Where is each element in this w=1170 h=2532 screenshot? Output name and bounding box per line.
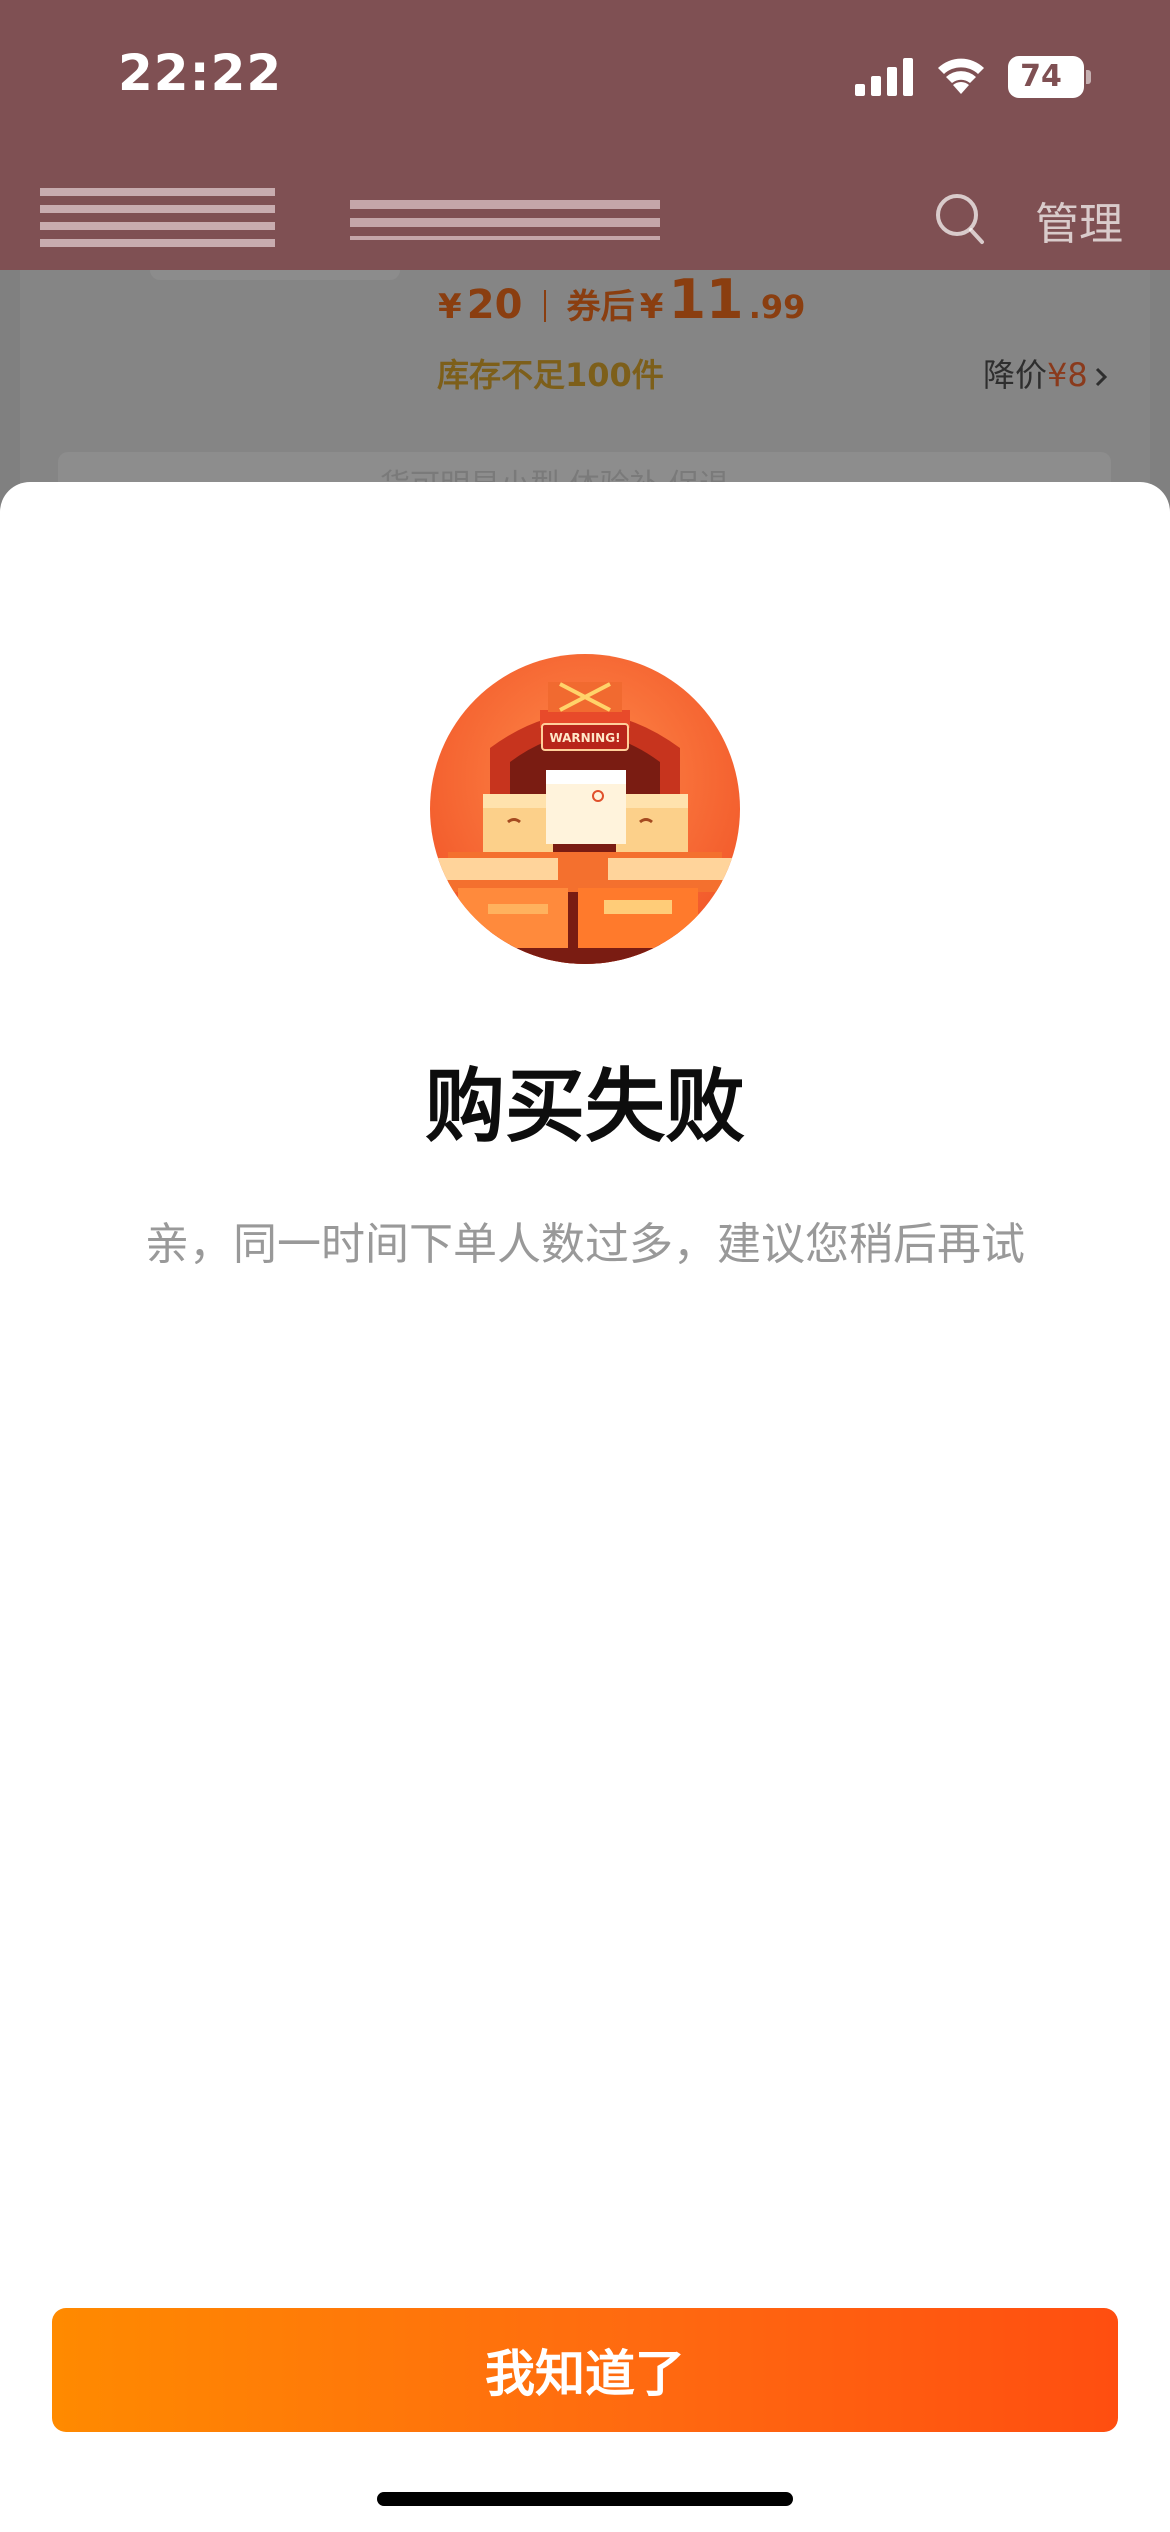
- dialog-title: 购买失败: [425, 1060, 745, 1153]
- purchase-failed-sheet: WARNING! 购买失败 亲，同一时间下单人数过多，建议您稍后再试 我知道了: [0, 482, 1170, 2532]
- redacted-nav-title-left: [40, 188, 275, 248]
- price-line: ¥ 20 券后 ¥ 11 .99: [438, 268, 805, 331]
- price-separator: [543, 290, 546, 322]
- battery-level: 74: [1020, 59, 1062, 94]
- product-thumbnail: [150, 270, 400, 280]
- price-drop-label: 降价: [983, 356, 1048, 394]
- coupon-label: 券后: [566, 287, 635, 327]
- battery-icon: 74: [1008, 56, 1091, 98]
- signal-bars-icon: [855, 58, 913, 96]
- battery-cap: [1086, 70, 1091, 84]
- price-drop-value: ¥8: [1047, 356, 1088, 394]
- original-price: 20: [466, 282, 523, 328]
- coupon-price-main: 11: [668, 268, 744, 331]
- got-it-button[interactable]: 我知道了: [52, 2308, 1118, 2432]
- coupon-currency-symbol: ¥: [639, 287, 664, 327]
- dialog-message: 亲，同一时间下单人数过多，建议您稍后再试: [145, 1219, 1025, 1270]
- got-it-button-label: 我知道了: [485, 2345, 685, 2403]
- stock-warning: 库存不足100件: [437, 356, 664, 394]
- redacted-nav-title-center: [350, 200, 660, 240]
- home-indicator[interactable]: [377, 2492, 793, 2506]
- status-time: 22:22: [118, 44, 283, 102]
- price-drop-link[interactable]: 降价¥8: [983, 350, 1108, 396]
- warning-boxes-icon: WARNING!: [430, 654, 740, 964]
- chevron-right-icon: [1095, 367, 1107, 387]
- currency-symbol: ¥: [438, 287, 462, 327]
- wifi-icon: [938, 58, 984, 94]
- coupon-price-cents: .99: [748, 288, 806, 326]
- search-icon[interactable]: [935, 193, 985, 245]
- warning-sign: WARNING!: [549, 731, 620, 745]
- manage-button[interactable]: 管理: [1035, 188, 1123, 252]
